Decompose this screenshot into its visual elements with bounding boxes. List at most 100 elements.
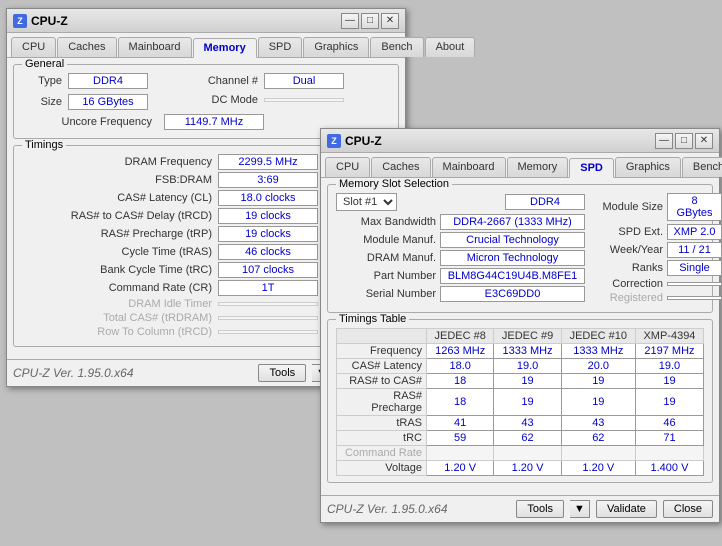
dcmode-label: DC Mode	[188, 94, 258, 106]
slot-type-value: DDR4	[505, 194, 585, 210]
voltage-jedec9: 1.20 V	[494, 461, 561, 476]
rp-row: RAS# Precharge 18 19 19 19	[337, 389, 704, 416]
rascas-row: RAS# to CAS# 18 19 19 19	[337, 374, 704, 389]
module-manuf-row: Module Manuf. Crucial Technology	[336, 232, 585, 248]
row-to-col-value	[218, 330, 318, 334]
tras-label: Cycle Time (tRAS)	[22, 246, 212, 258]
tab-graphics-1[interactable]: Graphics	[303, 37, 369, 57]
close-btn-bottom-2[interactable]: Close	[663, 500, 713, 518]
ranks-row: Ranks Single	[593, 260, 722, 276]
tab-cpu-2[interactable]: CPU	[325, 157, 370, 177]
tab-mainboard-1[interactable]: Mainboard	[118, 37, 192, 57]
channel-label: Channel #	[188, 75, 258, 87]
type-row: Type DDR4	[22, 73, 148, 89]
cl-xmp: 19.0	[635, 359, 703, 374]
tab-bar-2: CPU Caches Mainboard Memory SPD Graphics…	[321, 153, 719, 178]
serial-row: Serial Number E3C69DD0	[336, 286, 585, 302]
tab-memory-1[interactable]: Memory	[193, 38, 257, 58]
minimize-btn-2[interactable]: —	[655, 133, 673, 149]
freq-jedec10: 1333 MHz	[561, 344, 635, 359]
dram-freq-label: DRAM Frequency	[22, 156, 212, 168]
rascas-jedec9: 19	[494, 374, 561, 389]
slot-selector-row: Slot #1 Slot #2 Slot #3 Slot #4 DDR4	[336, 193, 585, 211]
tab-cpu-1[interactable]: CPU	[11, 37, 56, 57]
timings-label: Timings	[22, 139, 66, 151]
close-btn-1[interactable]: ✕	[381, 13, 399, 29]
cl-jedec10: 20.0	[561, 359, 635, 374]
tab-bench-1[interactable]: Bench	[370, 37, 423, 57]
maximize-btn-2[interactable]: □	[675, 133, 693, 149]
week-year-row: Week/Year 11 / 21	[593, 242, 722, 258]
trdram-label: Total CAS# (tRDRAM)	[22, 312, 212, 324]
trc-label-t: tRC	[337, 431, 427, 446]
tools-btn-1[interactable]: Tools	[258, 364, 306, 382]
dram-manuf-value: Micron Technology	[440, 250, 585, 266]
channel-row: Channel # Dual	[188, 73, 344, 89]
trp-label: RAS# Precharge (tRP)	[22, 228, 212, 240]
window-spd: Z CPU-Z — □ ✕ CPU Caches Mainboard Memor…	[320, 128, 720, 523]
window-title-2: CPU-Z	[345, 134, 382, 148]
cr-value: 1T	[218, 280, 318, 296]
fsb-label: FSB:DRAM	[22, 174, 212, 186]
rascas-xmp: 19	[635, 374, 703, 389]
tab-bar-1: CPU Caches Mainboard Memory SPD Graphics…	[7, 33, 405, 58]
cr-row-t: Command Rate	[337, 446, 704, 461]
col-header-jedec9: JEDEC #9	[494, 329, 561, 344]
ranks-value: Single	[667, 260, 722, 276]
dram-manuf-label: DRAM Manuf.	[336, 252, 436, 264]
tools-dropdown-2[interactable]: ▼	[570, 500, 590, 518]
tab-spd-2[interactable]: SPD	[569, 158, 614, 178]
size-value: 16 GBytes	[68, 94, 148, 110]
trc-jedec9: 62	[494, 431, 561, 446]
timings-table: JEDEC #8 JEDEC #9 JEDEC #10 XMP-4394 Fre…	[336, 328, 704, 476]
rascas-label: RAS# to CAS#	[337, 374, 427, 389]
tab-spd-1[interactable]: SPD	[258, 37, 303, 57]
tras-jedec8: 41	[427, 416, 494, 431]
trdram-value	[218, 316, 318, 320]
voltage-xmp: 1.400 V	[635, 461, 703, 476]
dcmode-row: DC Mode	[188, 94, 344, 106]
tab-about-1[interactable]: About	[425, 37, 476, 57]
close-btn-2[interactable]: ✕	[695, 133, 713, 149]
dram-freq-value: 2299.5 MHz	[218, 154, 318, 170]
window-controls-2: — □ ✕	[655, 133, 713, 149]
fsb-value: 3:69	[218, 172, 318, 188]
freq-jedec9: 1333 MHz	[494, 344, 561, 359]
part-value: BLM8G44C19U4B.M8FE1	[440, 268, 585, 284]
trc-jedec10: 62	[561, 431, 635, 446]
tab-memory-2[interactable]: Memory	[507, 157, 569, 177]
cl-row-t: CAS# Latency 18.0 19.0 20.0 19.0	[337, 359, 704, 374]
slot-select[interactable]: Slot #1 Slot #2 Slot #3 Slot #4	[336, 193, 397, 211]
validate-btn-2[interactable]: Validate	[596, 500, 657, 518]
tab-caches-2[interactable]: Caches	[371, 157, 430, 177]
freq-row: Frequency 1263 MHz 1333 MHz 1333 MHz 219…	[337, 344, 704, 359]
trc-label: Bank Cycle Time (tRC)	[22, 264, 212, 276]
cl-value: 18.0 clocks	[218, 190, 318, 206]
minimize-btn-1[interactable]: —	[341, 13, 359, 29]
slot-group: Memory Slot Selection Slot #1 Slot #2 Sl…	[327, 184, 713, 313]
tras-row-t: tRAS 41 43 43 46	[337, 416, 704, 431]
registered-label: Registered	[593, 292, 663, 304]
maxbw-label: Max Bandwidth	[336, 216, 436, 228]
cr-xmp	[635, 446, 703, 461]
dcmode-value	[264, 98, 344, 102]
voltage-jedec10: 1.20 V	[561, 461, 635, 476]
size-row: Size 16 GBytes	[22, 94, 148, 110]
cl-jedec9: 19.0	[494, 359, 561, 374]
tab-bench-2[interactable]: Bench	[682, 157, 722, 177]
correction-value	[667, 282, 722, 286]
app-icon-1: Z	[13, 14, 27, 28]
cl-jedec8: 18.0	[427, 359, 494, 374]
module-manuf-value: Crucial Technology	[440, 232, 585, 248]
tab-caches-1[interactable]: Caches	[57, 37, 116, 57]
app-icon-2: Z	[327, 134, 341, 148]
maximize-btn-1[interactable]: □	[361, 13, 379, 29]
col-header-empty	[337, 329, 427, 344]
tab-mainboard-2[interactable]: Mainboard	[432, 157, 506, 177]
tab-graphics-2[interactable]: Graphics	[615, 157, 681, 177]
trc-row-t: tRC 59 62 62 71	[337, 431, 704, 446]
voltage-jedec8: 1.20 V	[427, 461, 494, 476]
tras-value: 46 clocks	[218, 244, 318, 260]
col-header-jedec10: JEDEC #10	[561, 329, 635, 344]
tools-btn-2[interactable]: Tools	[516, 500, 564, 518]
